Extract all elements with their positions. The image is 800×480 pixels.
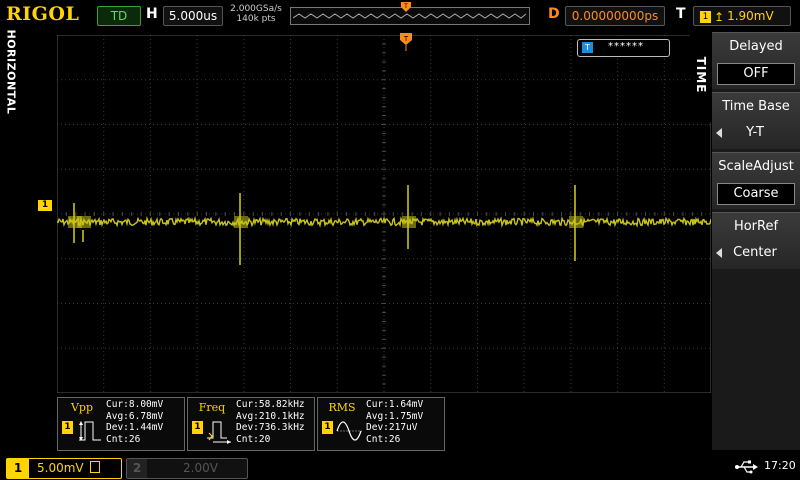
svg-text:T: T (403, 35, 409, 43)
stat-count: Cnt:26 (366, 433, 401, 445)
menu-item-hor-ref[interactable]: HorRef Center (712, 212, 800, 269)
brand-logo: RIGOL (6, 3, 80, 25)
channel-1-button[interactable]: 1 5.00mV (6, 458, 122, 479)
svg-text:T: T (403, 3, 408, 10)
vpp-icon (79, 421, 101, 441)
trigger-tag: T ****** (577, 39, 670, 57)
measurement-freq[interactable]: Freq 1 Cur:58.82kHz Avg:210.1kHz Dev:736.3… (187, 397, 315, 451)
channel-2-scale: 2.00V (183, 461, 218, 475)
stat-current: Cur:58.82kHz (236, 399, 305, 410)
memory-depth: 140k pts (236, 14, 276, 24)
measurement-stats: Cur:58.82kHz Avg:210.1kHz Dev:736.3kHz Cnt:… (236, 399, 305, 445)
bandwidth-limit-icon (90, 461, 101, 473)
stat-count: Cnt:26 (106, 433, 141, 445)
channel-1-number: 1 (7, 459, 29, 478)
menu-item-label: Time Base (722, 99, 790, 114)
waveform-display[interactable] (57, 35, 711, 393)
menu-item-value: Y-T (746, 125, 764, 140)
menu-tab-label: TIME (694, 56, 708, 94)
freq-icon (207, 421, 231, 444)
trace-burst (234, 216, 248, 228)
trace-burst (77, 216, 91, 228)
stat-current: Cur:8.00mV (106, 399, 164, 410)
delay-label: D (548, 6, 560, 22)
measurement-source-badge: 1 (62, 421, 73, 434)
rms-icon (336, 421, 362, 441)
trigger-position-marker-icon: T (401, 2, 411, 12)
menu-item-value: Coarse (717, 183, 795, 205)
run-status-badge[interactable]: TD (97, 6, 141, 26)
trigger-source-badge: 1 (700, 10, 711, 23)
trigger-level-box[interactable]: 1 ↥ 1.90mV (693, 6, 791, 26)
bottom-status-bar: 1 5.00mV 2 2.00V 17:20 (0, 455, 800, 480)
trigger-label: T (676, 6, 686, 22)
trigger-level-value: 1.90mV (727, 9, 774, 23)
stat-average: Avg:1.75mV (366, 410, 424, 422)
horizontal-side-label: HORIZONTAL (0, 29, 20, 115)
trigger-tag-icon: T (582, 42, 593, 53)
trace-burst (402, 216, 416, 228)
time-menu: Delayed OFF Time Base Y-T ScaleAdjust Co… (712, 32, 800, 450)
menu-tab: TIME (690, 32, 712, 122)
stat-average: Avg:210.1kHz (236, 410, 305, 422)
channel-1-scale: 5.00mV (37, 459, 101, 478)
clock: 17:20 (764, 459, 796, 472)
stat-deviation: Dev:217uV (366, 422, 418, 433)
menu-item-label: HorRef (733, 219, 779, 234)
measurement-source-badge: 1 (322, 421, 333, 434)
timebase-value[interactable]: 5.000us (163, 6, 223, 26)
usb-icon (735, 460, 758, 474)
sample-rate: 2.000GSa/s (230, 4, 282, 14)
channel-1-offset-marker[interactable]: 1 (38, 200, 52, 211)
measurement-rms[interactable]: RMS 1 Cur:1.64mV Avg:1.75mV Dev:217uV Cnt:2… (317, 397, 445, 451)
channel-2-number: 2 (127, 459, 147, 478)
channel-1-scale-value: 5.00mV (37, 461, 84, 475)
trace-burst (569, 216, 583, 228)
channel-2-button[interactable]: 2 2.00V (126, 458, 248, 479)
side-label-text: HORIZONTAL (4, 29, 18, 115)
measurement-stats: Cur:8.00mV Avg:6.78mV Dev:1.44mV Cnt:26 (106, 399, 163, 445)
top-status-bar: RIGOL TD H 5.000us 2.000GSa/s 140k pts T… (0, 0, 800, 30)
stat-average: Avg:6.78mV (106, 410, 164, 422)
measurement-source-badge: 1 (192, 421, 203, 434)
menu-item-label: ScaleAdjust (718, 159, 794, 174)
trigger-tag-value: ****** (608, 41, 644, 52)
stat-count: Cnt:20 (236, 433, 271, 445)
measurement-vpp[interactable]: Vpp 1 Cur:8.00mV Avg:6.78mV Dev:1.44mV Cnt:… (57, 397, 185, 451)
measurement-name: Freq (198, 401, 226, 414)
measurement-name: RMS (328, 401, 356, 414)
menu-item-delayed[interactable]: Delayed OFF (712, 32, 800, 89)
menu-item-scale-adjust[interactable]: ScaleAdjust Coarse (712, 152, 800, 209)
measurement-stats: Cur:1.64mV Avg:1.75mV Dev:217uV Cnt:26 (366, 399, 423, 445)
sample-info: 2.000GSa/s 140k pts (228, 4, 284, 24)
stat-deviation: Dev:736.3kHz (236, 422, 305, 433)
stat-deviation: Dev:1.44mV (106, 422, 164, 433)
trigger-position-top-icon[interactable]: T (400, 33, 412, 51)
stat-current: Cur:1.64mV (366, 399, 424, 410)
measurement-name: Vpp (70, 401, 94, 414)
horizontal-position-value[interactable]: 0.00000000ps (565, 6, 665, 26)
menu-item-label: Delayed (729, 39, 783, 54)
menu-item-value: OFF (717, 63, 795, 85)
menu-item-time-base[interactable]: Time Base Y-T (712, 92, 800, 149)
menu-item-value: Center (733, 245, 777, 260)
rising-edge-icon: ↥ (714, 9, 725, 24)
horizontal-label: H (146, 6, 158, 22)
memory-waveform-preview (293, 13, 526, 19)
